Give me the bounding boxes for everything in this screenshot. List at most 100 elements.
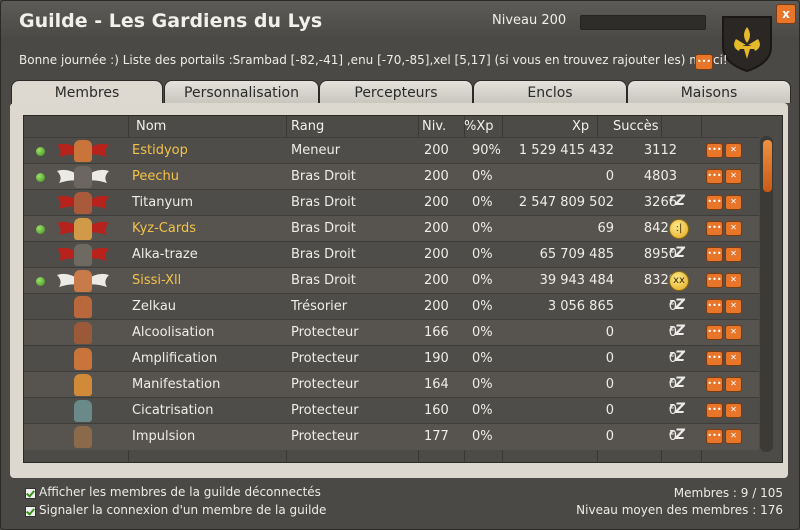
member-name[interactable]: Estidyop bbox=[132, 143, 188, 158]
message-of-the-day: Bonne journée :) Liste des portails :Sra… bbox=[19, 53, 728, 67]
member-rank: Bras Droit bbox=[291, 221, 356, 236]
away-zz-icon: ᶻZ bbox=[669, 427, 685, 443]
member-achievements: 3112 bbox=[643, 143, 677, 158]
kick-member-button[interactable]: ✕ bbox=[725, 299, 742, 314]
member-options-button[interactable]: ••• bbox=[706, 429, 723, 444]
member-name[interactable]: Amplification bbox=[132, 351, 217, 366]
tab-membres[interactable]: Membres bbox=[11, 80, 163, 105]
table-row[interactable]: Kyz-Cards Bras Droit 200 0% 69 8424:| ••• ✕ bbox=[24, 215, 759, 242]
character-avatar bbox=[74, 296, 92, 318]
member-xp: 0 bbox=[605, 429, 614, 444]
tab-personnalisation[interactable]: Personnalisation bbox=[164, 80, 319, 103]
member-options-button[interactable]: ••• bbox=[706, 351, 723, 366]
mood-dizzy-smiley-icon: xx bbox=[669, 271, 689, 291]
edit-motd-button[interactable]: ••• bbox=[695, 54, 713, 70]
notify-login-checkbox[interactable] bbox=[25, 506, 36, 517]
away-zz-icon: ᶻZ bbox=[669, 193, 685, 209]
member-options-button[interactable]: ••• bbox=[706, 299, 723, 314]
scrollbar-thumb[interactable] bbox=[763, 140, 772, 192]
header-xp[interactable]: Xp bbox=[572, 119, 589, 134]
table-row[interactable]: Alka-traze Bras Droit 200 0% 65 709 485 8950 ᶻ… bbox=[24, 241, 759, 268]
member-xp-percent: 0% bbox=[472, 377, 493, 392]
member-xp-percent: 0% bbox=[472, 429, 493, 444]
away-zz-icon: ᶻZ bbox=[669, 323, 685, 339]
member-options-button[interactable]: ••• bbox=[706, 143, 723, 158]
header-succes[interactable]: Succès bbox=[613, 119, 659, 134]
member-name[interactable]: Kyz-Cards bbox=[132, 221, 196, 236]
window-title: Guilde - Les Gardiens du Lys bbox=[19, 10, 323, 32]
kick-member-button[interactable]: ✕ bbox=[725, 429, 742, 444]
table-row[interactable]: Cicatrisation Protecteur 160 0% 0 0 ᶻZ ••• ✕ bbox=[24, 397, 759, 424]
guild-level-bar bbox=[580, 15, 706, 30]
header-nom[interactable]: Nom bbox=[136, 119, 166, 134]
kick-member-button[interactable]: ✕ bbox=[725, 377, 742, 392]
table-row[interactable]: Alcoolisation Protecteur 166 0% 0 0 ᶻZ ••• ✕ bbox=[24, 319, 759, 346]
mood-sad-smiley-icon: :| bbox=[669, 219, 689, 239]
kick-member-button[interactable]: ✕ bbox=[725, 351, 742, 366]
away-zz-icon: ᶻZ bbox=[669, 349, 685, 365]
member-xp-percent: 0% bbox=[472, 169, 493, 184]
table-row[interactable]: Sissi-Xll Bras Droit 200 0% 39 943 484 8329 xx… bbox=[24, 267, 759, 294]
kick-member-button[interactable]: ✕ bbox=[725, 143, 742, 158]
character-avatar bbox=[74, 140, 92, 162]
kick-member-button[interactable]: ✕ bbox=[725, 247, 742, 262]
member-options-button[interactable]: ••• bbox=[706, 195, 723, 210]
member-rank: Protecteur bbox=[291, 377, 359, 392]
member-name[interactable]: Manifestation bbox=[132, 377, 220, 392]
member-xp: 65 709 485 bbox=[539, 247, 614, 262]
table-row[interactable]: Titanyum Bras Droit 200 0% 2 547 809 502 3266… bbox=[24, 189, 759, 216]
member-name[interactable]: Impulsion bbox=[132, 429, 195, 444]
member-rank: Protecteur bbox=[291, 325, 359, 340]
away-zz-icon: ᶻZ bbox=[669, 401, 685, 417]
member-rank: Protecteur bbox=[291, 351, 359, 366]
members-count: Membres : 9 / 105 bbox=[673, 486, 783, 500]
kick-member-button[interactable]: ✕ bbox=[725, 403, 742, 418]
table-row[interactable]: Manifestation Protecteur 164 0% 0 0 ᶻZ ••• ✕ bbox=[24, 371, 759, 398]
member-name[interactable]: Cicatrisation bbox=[132, 403, 214, 418]
member-options-button[interactable]: ••• bbox=[706, 169, 723, 184]
guild-window: Guilde - Les Gardiens du Lys Niveau 200 … bbox=[0, 0, 800, 530]
member-name[interactable]: Titanyum bbox=[132, 195, 193, 210]
header-rang[interactable]: Rang bbox=[291, 119, 324, 134]
online-status-icon bbox=[36, 147, 45, 156]
header-pctxp[interactable]: %Xp bbox=[464, 119, 494, 134]
character-avatar bbox=[74, 244, 92, 266]
member-xp: 0 bbox=[605, 403, 614, 418]
title-bar[interactable]: Guilde - Les Gardiens du Lys Niveau 200 … bbox=[1, 1, 799, 41]
member-xp: 0 bbox=[605, 169, 614, 184]
member-options-button[interactable]: ••• bbox=[706, 377, 723, 392]
member-name[interactable]: Peechu bbox=[132, 169, 179, 184]
member-options-button[interactable]: ••• bbox=[706, 273, 723, 288]
table-row[interactable]: Peechu Bras Droit 200 0% 0 4803 ••• ✕ bbox=[24, 163, 759, 190]
online-status-icon bbox=[36, 225, 45, 234]
table-row[interactable]: Estidyop Meneur 200 90% 1 529 415 432 3112 •••… bbox=[24, 137, 759, 164]
tab-maisons[interactable]: Maisons bbox=[627, 80, 791, 103]
member-options-button[interactable]: ••• bbox=[706, 221, 723, 236]
kick-member-button[interactable]: ✕ bbox=[725, 325, 742, 340]
member-name[interactable]: Sissi-Xll bbox=[132, 273, 181, 288]
kick-member-button[interactable]: ✕ bbox=[725, 169, 742, 184]
show-offline-checkbox[interactable] bbox=[25, 488, 36, 499]
table-row[interactable]: Zelkau Trésorier 200 0% 3 056 865 0 ᶻZ ••• ✕ bbox=[24, 293, 759, 320]
member-rank: Protecteur bbox=[291, 403, 359, 418]
member-level: 200 bbox=[424, 169, 449, 184]
close-button[interactable]: x bbox=[776, 4, 796, 24]
member-name[interactable]: Alcoolisation bbox=[132, 325, 214, 340]
member-options-button[interactable]: ••• bbox=[706, 403, 723, 418]
member-rank: Protecteur bbox=[291, 429, 359, 444]
kick-member-button[interactable]: ✕ bbox=[725, 221, 742, 236]
member-options-button[interactable]: ••• bbox=[706, 325, 723, 340]
member-name[interactable]: Alka-traze bbox=[132, 247, 198, 262]
kick-member-button[interactable]: ✕ bbox=[725, 195, 742, 210]
notify-login-label: Signaler la connexion d'un membre de la … bbox=[39, 503, 327, 517]
tab-enclos[interactable]: Enclos bbox=[473, 80, 627, 103]
member-options-button[interactable]: ••• bbox=[706, 247, 723, 262]
away-zz-icon: ᶻZ bbox=[669, 375, 685, 391]
kick-member-button[interactable]: ✕ bbox=[725, 273, 742, 288]
table-row[interactable]: Amplification Protecteur 190 0% 0 0 ᶻZ ••• ✕ bbox=[24, 345, 759, 372]
tab-percepteurs[interactable]: Percepteurs bbox=[319, 80, 473, 103]
table-row[interactable]: Impulsion Protecteur 177 0% 0 0 ᶻZ ••• ✕ bbox=[24, 423, 759, 450]
member-name[interactable]: Zelkau bbox=[132, 299, 176, 314]
character-avatar bbox=[74, 426, 92, 448]
header-niv[interactable]: Niv. bbox=[422, 119, 446, 134]
